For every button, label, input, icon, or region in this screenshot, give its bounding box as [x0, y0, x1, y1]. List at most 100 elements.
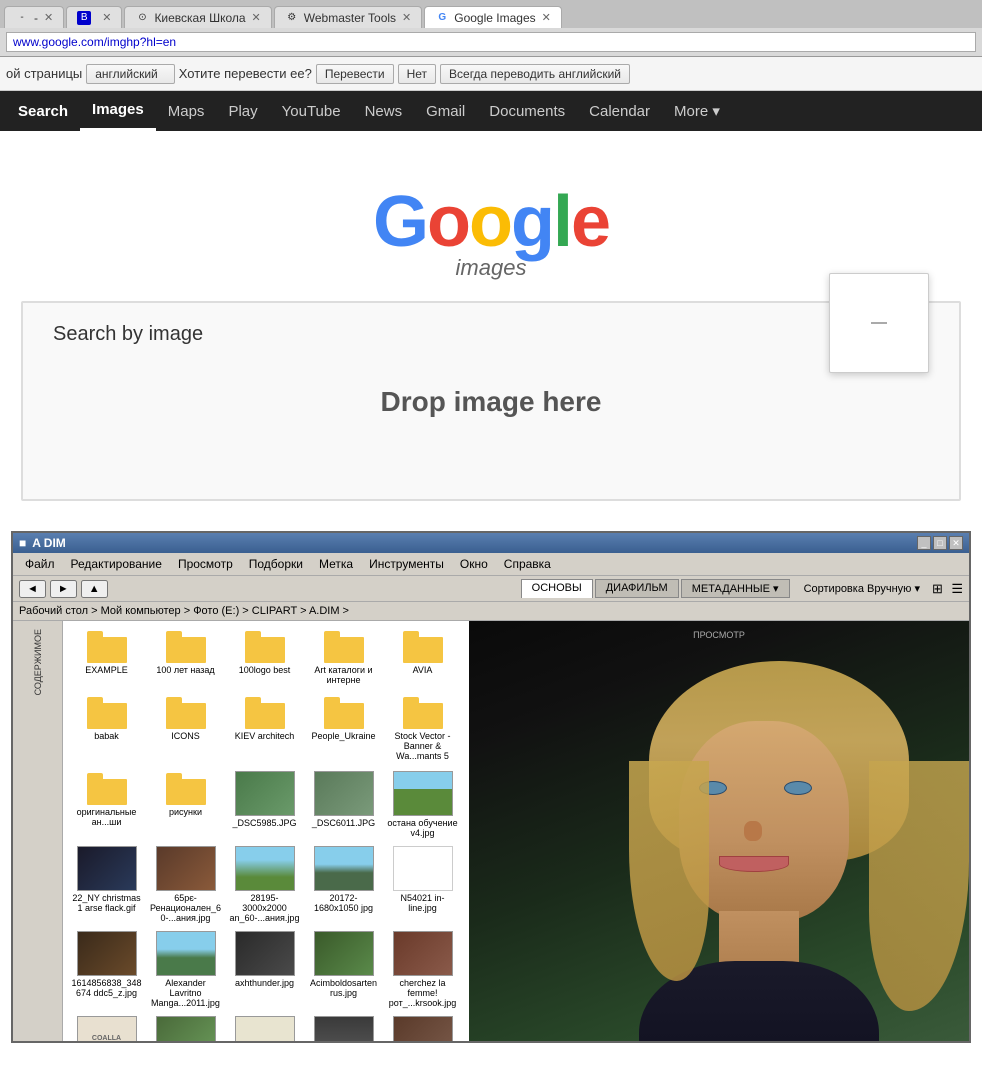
- fm-menu-collections[interactable]: Подборки: [241, 555, 311, 573]
- thumb-28195[interactable]: 28195-3000x2000 an_60-...ания.jpg: [227, 844, 302, 925]
- tab-label-4: Webmaster Tools: [304, 11, 396, 25]
- tab-close-4[interactable]: ✕: [402, 11, 411, 24]
- fm-menu-window[interactable]: Окно: [452, 555, 496, 573]
- thumb-label-dsc5985: _DSC5985.JPG: [232, 818, 296, 828]
- nav-documents[interactable]: Documents: [477, 91, 577, 131]
- thumb-acimboldo[interactable]: Acimboldosarten rus.jpg: [306, 929, 381, 1010]
- nav-youtube[interactable]: YouTube: [270, 91, 353, 131]
- thumb-label-65pe: 65рє-Ренационален_60-...ания.jpg: [150, 893, 221, 923]
- fm-restore-button[interactable]: □: [933, 536, 947, 550]
- fm-menu-view[interactable]: Просмотр: [170, 555, 241, 573]
- fm-tab-basics[interactable]: ОСНОВЫ: [521, 579, 593, 598]
- fm-menu-mark[interactable]: Метка: [311, 555, 361, 573]
- fm-back-button[interactable]: ◄: [19, 580, 46, 598]
- nav-maps[interactable]: Maps: [156, 91, 217, 131]
- folder-people[interactable]: People_Ukraine: [306, 693, 381, 765]
- folder-label-example: EXAMPLE: [85, 665, 128, 675]
- thumb-alexander[interactable]: Alexander Lavritno Manga...2011.jpg: [148, 929, 223, 1010]
- thumb-r5-1[interactable]: [306, 1014, 381, 1041]
- fm-view-tabs: ОСНОВЫ ДИАФИЛЬМ МЕТАДАННЫЕ ▾: [521, 579, 790, 598]
- folder-label-babak: babak: [94, 731, 119, 741]
- thumb-label-axh: axhthunder.jpg: [235, 978, 294, 988]
- thumb-axh[interactable]: axhthunder.jpg: [227, 929, 302, 1010]
- folder-drawings[interactable]: рисунки: [148, 769, 223, 840]
- fm-up-button[interactable]: ▲: [81, 580, 108, 598]
- fm-forward-button[interactable]: ►: [50, 580, 77, 598]
- thumb-img-alexander: [156, 931, 216, 976]
- folder-100years[interactable]: 100 лет назад: [148, 627, 223, 689]
- trans-page-text: ой страницы: [6, 66, 82, 81]
- hair-left: [629, 761, 709, 981]
- translate-button[interactable]: Перевести: [316, 64, 394, 84]
- thumb-65pe[interactable]: 65рє-Ренационален_60-...ания.jpg: [148, 844, 223, 925]
- drop-panel[interactable]: Search by image Drop image here: [21, 301, 961, 501]
- tab-close-2[interactable]: ✕: [102, 11, 111, 24]
- tab-5[interactable]: G Google Images ✕: [424, 6, 562, 28]
- nav-more[interactable]: More ▾: [662, 91, 732, 131]
- thumb-label-20172: 20172-1680x1050 jpg: [308, 893, 379, 913]
- thumb-cherchez[interactable]: cherchez la femme! рот_...krsook.jpg: [385, 929, 460, 1010]
- fm-grid-icon[interactable]: ⊞: [932, 581, 943, 596]
- thumb-dsc6011[interactable]: _DSC6011.JPG: [306, 769, 381, 840]
- thumb-coalla[interactable]: COALLA COALLA_present in ort@k4a.pdf: [69, 1014, 144, 1041]
- fm-path-text: Рабочий стол > Мой компьютер > Фото (E:)…: [19, 605, 349, 617]
- thumb-dsc2670[interactable]: DSC_2670.JPG: [148, 1014, 223, 1041]
- fm-tab-metadata[interactable]: МЕТАДАННЫЕ ▾: [681, 579, 790, 598]
- folder-avia[interactable]: AVIA: [385, 627, 460, 689]
- fm-close-button[interactable]: ✕: [949, 536, 963, 550]
- nav-search[interactable]: Search: [6, 91, 80, 131]
- folder-label-people: People_Ukraine: [311, 731, 375, 741]
- tab-close-5[interactable]: ✕: [542, 11, 551, 24]
- folder-label-icons: ICONS: [171, 731, 200, 741]
- search-input-box[interactable]: [829, 273, 929, 373]
- folder-icon-drawings: [166, 773, 206, 805]
- preview-image-container: ПРОСМОТР: [469, 621, 969, 1041]
- fm-tab-slideshow[interactable]: ДИАФИЛЬМ: [595, 579, 679, 598]
- always-translate-button[interactable]: Всегда переводить английский: [440, 64, 630, 84]
- folder-kiev[interactable]: KIEV architech: [227, 693, 302, 765]
- tab-3[interactable]: ⊙ Киевская Школа ✕: [124, 6, 271, 28]
- thumb-dsc5985[interactable]: _DSC5985.JPG: [227, 769, 302, 840]
- thumb-n54021[interactable]: N54021 in-line.jpg: [385, 844, 460, 925]
- nav-gmail[interactable]: Gmail: [414, 91, 477, 131]
- thumb-1614[interactable]: 1614856838_348674 ddc5_z.jpg: [69, 929, 144, 1010]
- thumb-img-65pe: [156, 846, 216, 891]
- address-input[interactable]: [6, 32, 976, 52]
- folder-label-kiev: KIEV architech: [235, 731, 295, 741]
- thumb-20172[interactable]: 20172-1680x1050 jpg: [306, 844, 381, 925]
- tab-1[interactable]: - - ✕: [4, 6, 64, 28]
- thumb-christmas[interactable]: 22_NY christmas 1 arse flack.gif: [69, 844, 144, 925]
- folder-orig[interactable]: оригинальные ан...ши: [69, 769, 144, 840]
- thumb-enzo[interactable]: Enzo Mari 1.jpg: [227, 1014, 302, 1041]
- nav-news[interactable]: News: [353, 91, 415, 131]
- folder-art[interactable]: Art каталоги и интерне: [306, 627, 381, 689]
- fm-minimize-button[interactable]: _: [917, 536, 931, 550]
- nav-play[interactable]: Play: [216, 91, 269, 131]
- thumb-r5-2[interactable]: [385, 1014, 460, 1041]
- fm-sort-label[interactable]: Сортировка Вручную ▾: [804, 582, 920, 595]
- folder-example[interactable]: EXAMPLE: [69, 627, 144, 689]
- tab-2[interactable]: B ✕: [66, 6, 122, 28]
- tab-close-1[interactable]: ✕: [44, 11, 53, 24]
- fm-menu-edit[interactable]: Редактирование: [63, 555, 170, 573]
- fm-list-icon[interactable]: ☰: [951, 581, 963, 596]
- tab-close-3[interactable]: ✕: [252, 11, 261, 24]
- folder-stock[interactable]: Stock Vector - Banner & Wa...mants 5: [385, 693, 460, 765]
- nav-calendar[interactable]: Calendar: [577, 91, 662, 131]
- thumb-landscape[interactable]: остана обучение v4.jpg: [385, 769, 460, 840]
- folder-icons[interactable]: ICONS: [148, 693, 223, 765]
- fm-controls: _ □ ✕: [917, 536, 963, 550]
- tab-4[interactable]: ⚙ Webmaster Tools ✕: [274, 6, 422, 28]
- address-bar: [0, 28, 982, 56]
- nav-images[interactable]: Images: [80, 91, 156, 131]
- fm-menu-file[interactable]: Файл: [17, 555, 63, 573]
- folder-babak[interactable]: babak: [69, 693, 144, 765]
- no-translate-button[interactable]: Нет: [398, 64, 436, 84]
- fm-menu-tools[interactable]: Инструменты: [361, 555, 452, 573]
- folder-100logo[interactable]: 100logo best: [227, 627, 302, 689]
- fm-toolbar: ◄ ► ▲ ОСНОВЫ ДИАФИЛЬМ МЕТАДАННЫЕ ▾ Сорти…: [13, 576, 969, 602]
- fm-menu-help[interactable]: Справка: [496, 555, 559, 573]
- trans-lang-dropdown[interactable]: английский: [86, 64, 174, 84]
- fm-file-grid[interactable]: EXAMPLE 100 лет назад 100logo best Art к…: [63, 621, 469, 1041]
- tab-label-5: Google Images: [454, 11, 535, 25]
